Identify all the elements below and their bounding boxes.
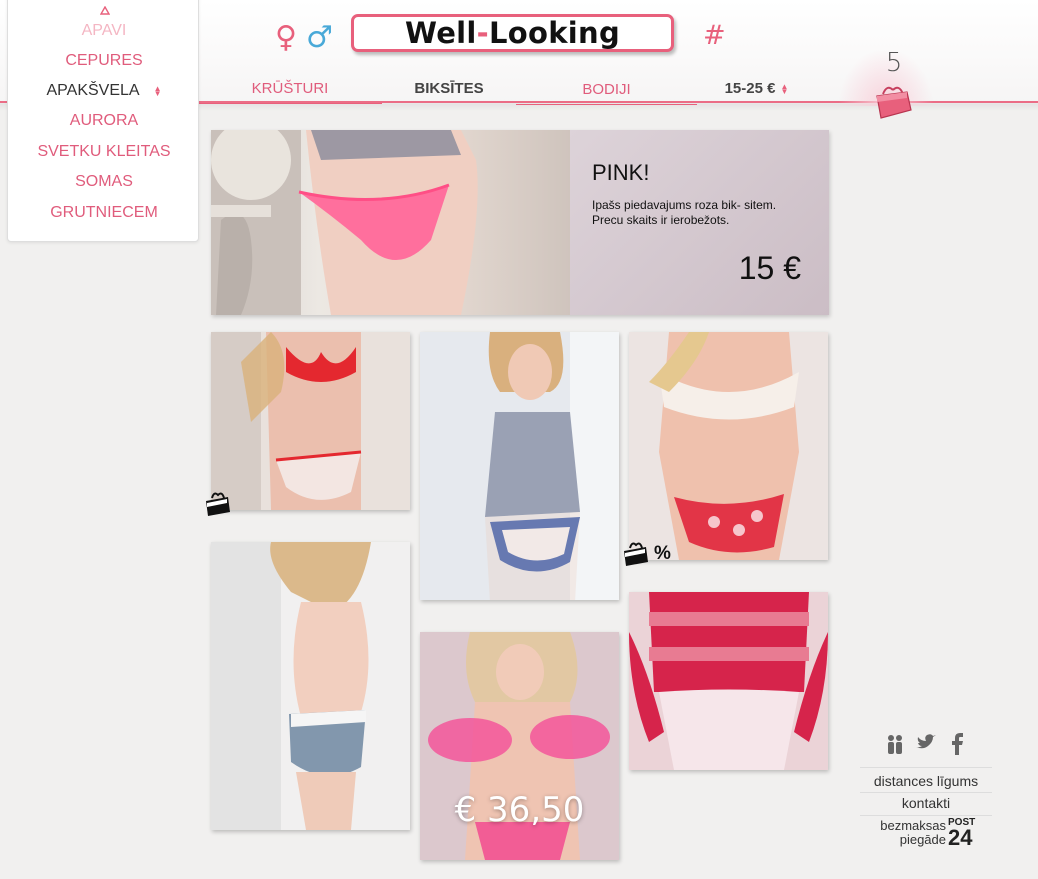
post-number: 24 [948,825,973,850]
facebook-icon[interactable] [950,733,964,760]
dropdown-item-apaksvela[interactable]: APAKŠVELA ▲ ▼ [8,82,200,100]
nav-bodiji[interactable]: BODIJI [516,81,697,105]
post24-logo: POST 24 [948,818,975,850]
product-photo [629,592,828,770]
product-tile[interactable] [629,332,828,560]
footer-divider [860,815,992,816]
scroll-up-icon[interactable] [100,6,110,15]
promo-banner[interactable]: PINK! Ipašs piedavajums roza bik- sitem.… [211,130,829,315]
male-icon[interactable]: ♂ [306,20,333,56]
sort-arrows-icon: ▲ ▼ [780,82,789,97]
dropdown-item-grutniecem[interactable]: GRUTNIECEM [8,204,200,222]
banner-description: Ipašs piedavajums roza bik- sitem. Precu… [592,198,777,227]
people-icon[interactable] [886,733,904,760]
nav-price-filter[interactable]: 15-25 € ▲ ▼ [697,80,816,104]
nav-biksites[interactable]: BIKSĪTES [382,80,516,104]
category-dropdown: APAVI CEPURES APAKŠVELA ▲ ▼ AURORA SVETKU … [7,0,199,242]
product-photo [629,332,828,560]
cart-count: 5 [885,48,903,78]
logo-text-dash: - [476,16,489,50]
twitter-icon[interactable] [915,733,937,758]
product-photo [211,332,410,510]
banner-price: 15 € [738,250,801,286]
dropdown-item-aurora[interactable]: AURORA [8,112,200,130]
footer-link-distances-ligums[interactable]: distances līgums [860,773,992,789]
price-filter-label: 15-25 € [724,80,776,97]
free-shipping-label: bezmaksas piegāde [866,819,946,847]
product-photo [420,332,619,600]
banner-info: PINK! Ipašs piedavajums roza bik- sitem.… [570,130,829,315]
product-tile[interactable] [629,592,828,770]
product-tile[interactable] [211,542,410,830]
dropdown-item-apavi[interactable]: APAVI [8,22,200,40]
product-photo [211,542,410,830]
dropdown-item-apaksvela-label: APAKŠVELA [46,82,140,99]
site-logo[interactable]: Well-Looking [351,14,674,52]
female-icon[interactable]: ♀ [275,20,297,56]
logo-text-well: Well [404,16,477,50]
product-price: € 36,50 [454,790,585,830]
product-tile[interactable] [420,332,619,600]
dropdown-item-svetku-kleitas[interactable]: SVETKU KLEITAS [8,143,200,161]
nav-krusturi[interactable]: KRŪŠTURI [198,80,382,104]
banner-photo [211,130,570,315]
product-tile[interactable] [211,332,410,510]
bag-icon[interactable] [204,490,232,523]
banner-title: PINK! [592,160,650,185]
sort-arrows-icon: ▲ ▼ [153,83,162,98]
product-tile[interactable]: € 36,50 [420,632,619,860]
footer-divider [860,792,992,793]
footer-divider [860,767,992,768]
dropdown-item-cepures[interactable]: CEPURES [8,52,200,70]
footer-link-kontakti[interactable]: kontakti [860,795,992,811]
discount-icon: % [654,543,671,564]
bag-icon[interactable] [622,540,650,573]
shipping-line-1: bezmaksas [880,818,946,833]
shopping-bag-icon[interactable] [873,84,913,125]
logo-text-looking: Looking [489,16,621,50]
shipping-line-2: piegāde [899,832,946,847]
hashtag-icon[interactable]: # [703,20,726,51]
dropdown-item-somas[interactable]: SOMAS [8,173,200,191]
